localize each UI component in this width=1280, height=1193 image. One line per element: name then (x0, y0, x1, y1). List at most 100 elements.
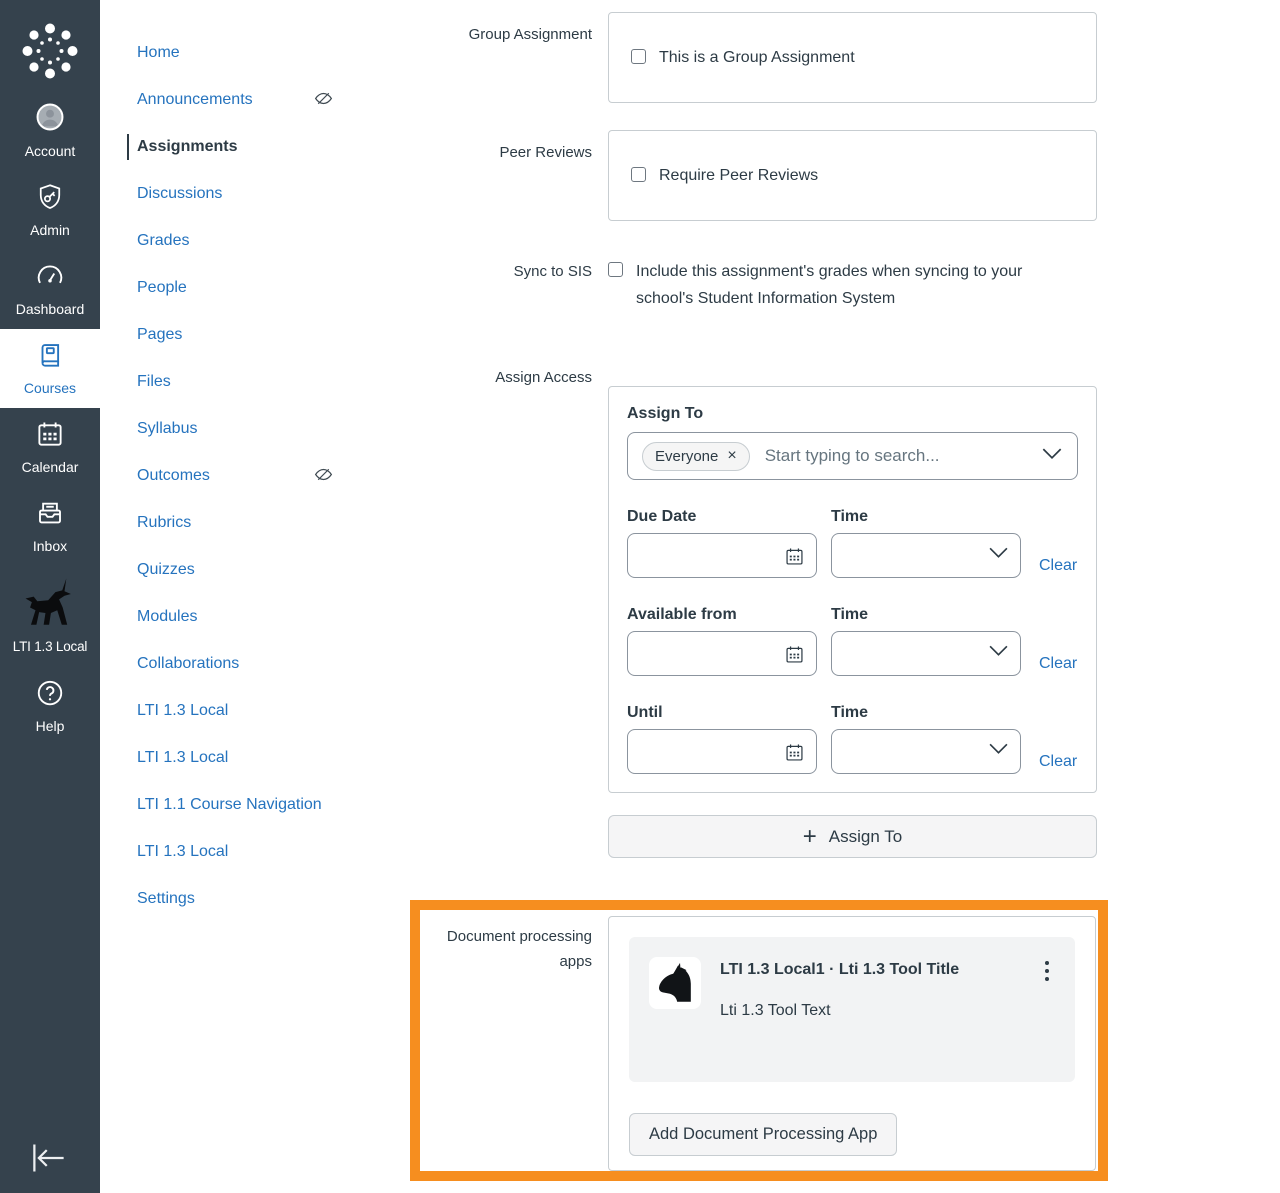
inbox-icon (35, 498, 65, 533)
course-nav-home[interactable]: Home (137, 40, 352, 66)
course-nav-files[interactable]: Files (137, 369, 352, 395)
calendar-icon[interactable] (784, 546, 805, 572)
due-date-clear-link[interactable]: Clear (1039, 557, 1077, 575)
hidden-eye-slash-icon (313, 88, 334, 118)
search-placeholder: Start typing to search... (764, 446, 940, 465)
sidebar-item-lti-13-local[interactable]: LTI 1.3 Local (0, 566, 100, 667)
sidebar-item-calendar[interactable]: Calendar (0, 408, 100, 487)
available-from-time-select[interactable] (831, 631, 1021, 676)
until-time-select[interactable] (831, 729, 1021, 774)
lti-tool-card: LTI 1.3 Local1 · Lti 1.3 Tool Title Lti … (629, 937, 1075, 1082)
sidebar-label: Courses (23, 380, 77, 396)
assign-access-label: Assign Access (495, 369, 592, 386)
course-nav-syllabus[interactable]: Syllabus (137, 416, 352, 442)
course-nav-people[interactable]: People (137, 275, 352, 301)
add-document-processing-app-button[interactable]: Add Document Processing App (629, 1113, 898, 1156)
course-nav-pages[interactable]: Pages (137, 322, 352, 348)
chevron-down-icon[interactable] (988, 644, 1009, 662)
until-label: Until (627, 704, 663, 721)
gauge-icon (35, 261, 65, 296)
time-label: Time (831, 704, 869, 721)
course-nav-label: Announcements (137, 91, 253, 108)
sync-to-sis-label: Sync to SIS (513, 263, 592, 280)
calendar-icon[interactable] (784, 742, 805, 768)
until-clear-link[interactable]: Clear (1039, 753, 1077, 771)
group-assignment-checkbox[interactable] (631, 49, 646, 64)
sidebar-item-help[interactable]: Help (0, 667, 100, 746)
sidebar-label: Inbox (32, 538, 68, 554)
course-nav-lti-11-course-navigation[interactable]: LTI 1.1 Course Navigation (137, 792, 352, 818)
sidebar-label: LTI 1.3 Local (12, 639, 88, 654)
question-icon (35, 678, 65, 713)
course-nav-assignments[interactable]: Assignments (127, 134, 342, 160)
until-group: Until Time Clear (627, 704, 1078, 774)
course-nav-discussions[interactable]: Discussions (137, 181, 352, 207)
time-label: Time (831, 606, 869, 623)
add-assign-to-label: Assign To (828, 826, 903, 846)
course-nav: Home Announcements Assignments Discussio… (100, 0, 400, 1193)
course-nav-quizzes[interactable]: Quizzes (137, 557, 352, 583)
course-nav-announcements[interactable]: Announcements (137, 87, 352, 113)
until-input[interactable] (627, 729, 817, 774)
course-nav-collaborations[interactable]: Collaborations (137, 651, 352, 677)
peer-reviews-checkbox[interactable] (631, 167, 646, 182)
document-processing-highlight: Document processing apps LTI 1.3 Local1 … (410, 900, 1108, 1181)
chevron-down-icon[interactable] (1041, 447, 1063, 465)
peer-reviews-row: Peer Reviews Require Peer Reviews (410, 130, 1280, 221)
chevron-down-icon[interactable] (988, 546, 1009, 564)
sidebar-label: Dashboard (15, 301, 85, 317)
due-date-group: Due Date Time Clear (627, 508, 1078, 578)
assignment-settings-form: Group Assignment This is a Group Assignm… (400, 0, 1280, 1193)
course-nav-outcomes[interactable]: Outcomes (137, 463, 352, 489)
chevron-down-icon[interactable] (988, 742, 1009, 760)
tool-text-block: LTI 1.3 Local1 · Lti 1.3 Tool Title Lti … (720, 957, 968, 1020)
kebab-menu-icon[interactable] (1039, 957, 1055, 985)
canvas-logo-icon[interactable] (21, 22, 79, 80)
course-nav-grades[interactable]: Grades (137, 228, 352, 254)
global-nav: Account Admin Dashboard Courses Calendar… (0, 0, 100, 1193)
document-processing-label: Document processing apps (446, 928, 592, 970)
sidebar-item-account[interactable]: Account (0, 90, 100, 171)
sidebar-item-admin[interactable]: Admin (0, 171, 100, 250)
group-assignment-label: Group Assignment (468, 26, 592, 43)
checkbox-label: This is a Group Assignment (659, 49, 855, 66)
add-assign-to-button[interactable]: + Assign To (608, 815, 1097, 858)
course-nav-lti-13-local-3[interactable]: LTI 1.3 Local (137, 839, 352, 865)
group-assignment-checkbox-row[interactable]: This is a Group Assignment (631, 44, 855, 71)
available-from-input[interactable] (627, 631, 817, 676)
group-assignment-box: This is a Group Assignment (608, 12, 1097, 103)
assign-access-box: Assign To Everyone × Start typing to sea… (608, 386, 1097, 793)
assign-to-combobox[interactable]: Everyone × Start typing to search... (627, 432, 1078, 480)
sidebar-item-dashboard[interactable]: Dashboard (0, 250, 100, 329)
due-time-select[interactable] (831, 533, 1021, 578)
unicorn-head-icon (649, 957, 701, 1009)
available-from-group: Available from Time Clear (627, 606, 1078, 676)
sync-to-sis-checkbox[interactable] (608, 262, 623, 277)
course-nav-settings[interactable]: Settings (137, 886, 352, 912)
peer-reviews-box: Require Peer Reviews (608, 130, 1097, 221)
group-assignment-row: Group Assignment This is a Group Assignm… (410, 12, 1280, 103)
assign-to-heading: Assign To (627, 405, 704, 422)
checkbox-label: Require Peer Reviews (659, 167, 819, 184)
assign-access-row: Assign Access Assign To Everyone × Start… (410, 368, 1280, 858)
peer-reviews-checkbox-row[interactable]: Require Peer Reviews (631, 162, 818, 189)
calendar-icon[interactable] (784, 644, 805, 670)
remove-tag-icon[interactable]: × (727, 448, 736, 464)
due-date-label: Due Date (627, 508, 697, 525)
sidebar-item-inbox[interactable]: Inbox (0, 487, 100, 566)
sidebar-item-courses[interactable]: Courses (0, 329, 100, 408)
course-nav-rubrics[interactable]: Rubrics (137, 510, 352, 536)
sync-to-sis-checkbox-row[interactable]: Include this assignment's grades when sy… (608, 258, 1097, 312)
course-nav-lti-13-local-2[interactable]: LTI 1.3 Local (137, 745, 352, 771)
peer-reviews-label: Peer Reviews (499, 144, 592, 161)
tool-subtitle: Lti 1.3 Tool Text (720, 1002, 831, 1019)
course-nav-lti-13-local-1[interactable]: LTI 1.3 Local (137, 698, 352, 724)
course-nav-modules[interactable]: Modules (137, 604, 352, 630)
tag-label: Everyone (655, 447, 719, 465)
collapse-left-arrow-icon[interactable] (26, 1140, 72, 1181)
sidebar-label: Help (35, 718, 65, 734)
shield-key-icon (35, 182, 65, 217)
book-icon (35, 340, 65, 375)
due-date-input[interactable] (627, 533, 817, 578)
available-from-clear-link[interactable]: Clear (1039, 655, 1077, 673)
